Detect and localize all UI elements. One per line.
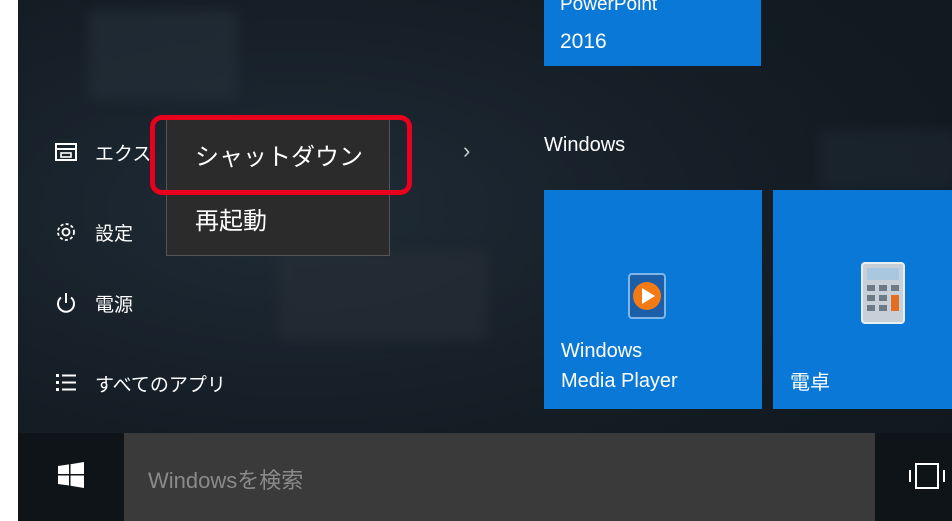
folder-icon (53, 139, 79, 165)
background-blur (818, 130, 952, 190)
windows-logo-icon (58, 461, 84, 493)
list-icon (53, 370, 79, 396)
explorer-item[interactable]: エクス (53, 134, 151, 170)
calculator-tile[interactable]: 電卓 (773, 190, 952, 409)
search-placeholder: Windowsを検索 (148, 468, 304, 493)
all-apps-item[interactable]: すべてのアプリ (53, 365, 226, 401)
all-apps-label: すべてのアプリ (95, 374, 226, 396)
chevron-right-icon[interactable]: › (463, 138, 470, 164)
highlight-box (150, 115, 412, 195)
tile-label: PowerPoint (560, 0, 658, 15)
settings-label: 設定 (95, 223, 134, 245)
search-box[interactable]: Windowsを検索 (124, 433, 875, 521)
power-icon (53, 290, 79, 316)
task-view-icon[interactable] (907, 461, 947, 496)
background-blur (278, 250, 488, 340)
start-menu-screen: エクス › 設定 電源 すべてのアプリ シャットダウン 再起動 PowerPoi… (18, 0, 952, 521)
tile-group-title: Windows (544, 134, 626, 156)
taskbar: Windowsを検索 (18, 433, 952, 521)
tile-label: 2016 (560, 30, 607, 53)
gear-icon (53, 219, 79, 245)
tile-label: Windows Media Player (561, 340, 678, 392)
media-player-tile[interactable]: Windows Media Player (544, 190, 762, 409)
power-item[interactable]: 電源 (53, 285, 133, 321)
start-button[interactable] (18, 433, 124, 521)
explorer-label: エクス (95, 143, 152, 165)
calculator-icon (861, 262, 905, 329)
media-player-icon (627, 272, 667, 325)
restart-menu-item[interactable]: 再起動 (195, 201, 267, 236)
background-blur (88, 10, 238, 100)
power-label: 電源 (95, 294, 134, 316)
settings-item[interactable]: 設定 (53, 214, 133, 250)
tile-label: 電卓 (790, 372, 830, 394)
powerpoint-tile[interactable]: PowerPoint 2016 (544, 0, 761, 66)
